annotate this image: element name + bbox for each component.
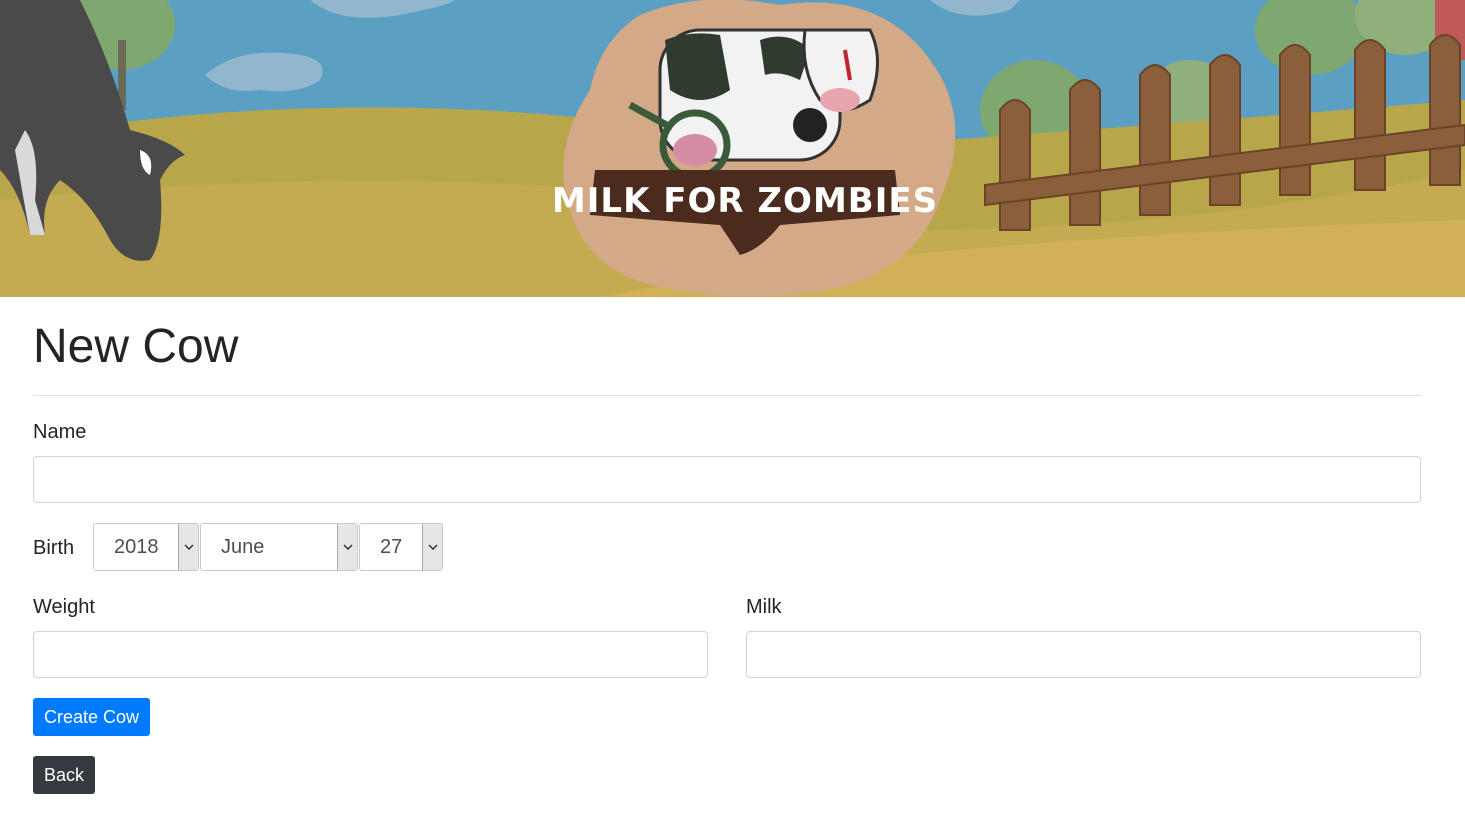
birth-day-select[interactable]: 27: [359, 523, 443, 571]
birth-month-value: June: [221, 535, 265, 558]
chevron-down-icon[interactable]: [337, 524, 357, 570]
logo-text: MILK FOR ZOMBIES: [552, 181, 938, 221]
milk-input[interactable]: [746, 631, 1421, 678]
birth-year-value: 2018: [114, 535, 159, 558]
birth-label: Birth: [33, 537, 75, 559]
birth-year-select[interactable]: 2018: [93, 523, 199, 571]
birth-day-value: 27: [380, 535, 403, 558]
create-cow-button[interactable]: Create Cow: [33, 698, 151, 736]
birth-month-select[interactable]: June: [200, 523, 358, 571]
header-banner: MILK FOR ZOMBIES: [0, 0, 1465, 297]
page-title: New Cow: [33, 320, 239, 373]
chevron-down-icon[interactable]: [178, 524, 198, 570]
title-divider: [33, 395, 1421, 396]
chevron-down-icon[interactable]: [422, 524, 442, 570]
back-button[interactable]: Back: [33, 756, 96, 794]
name-label: Name: [33, 421, 87, 443]
weight-input[interactable]: [33, 631, 708, 678]
milk-label: Milk: [746, 596, 782, 618]
name-input[interactable]: [33, 456, 1421, 503]
weight-label: Weight: [33, 596, 95, 618]
farm-illustration: MILK FOR ZOMBIES: [0, 0, 1465, 297]
